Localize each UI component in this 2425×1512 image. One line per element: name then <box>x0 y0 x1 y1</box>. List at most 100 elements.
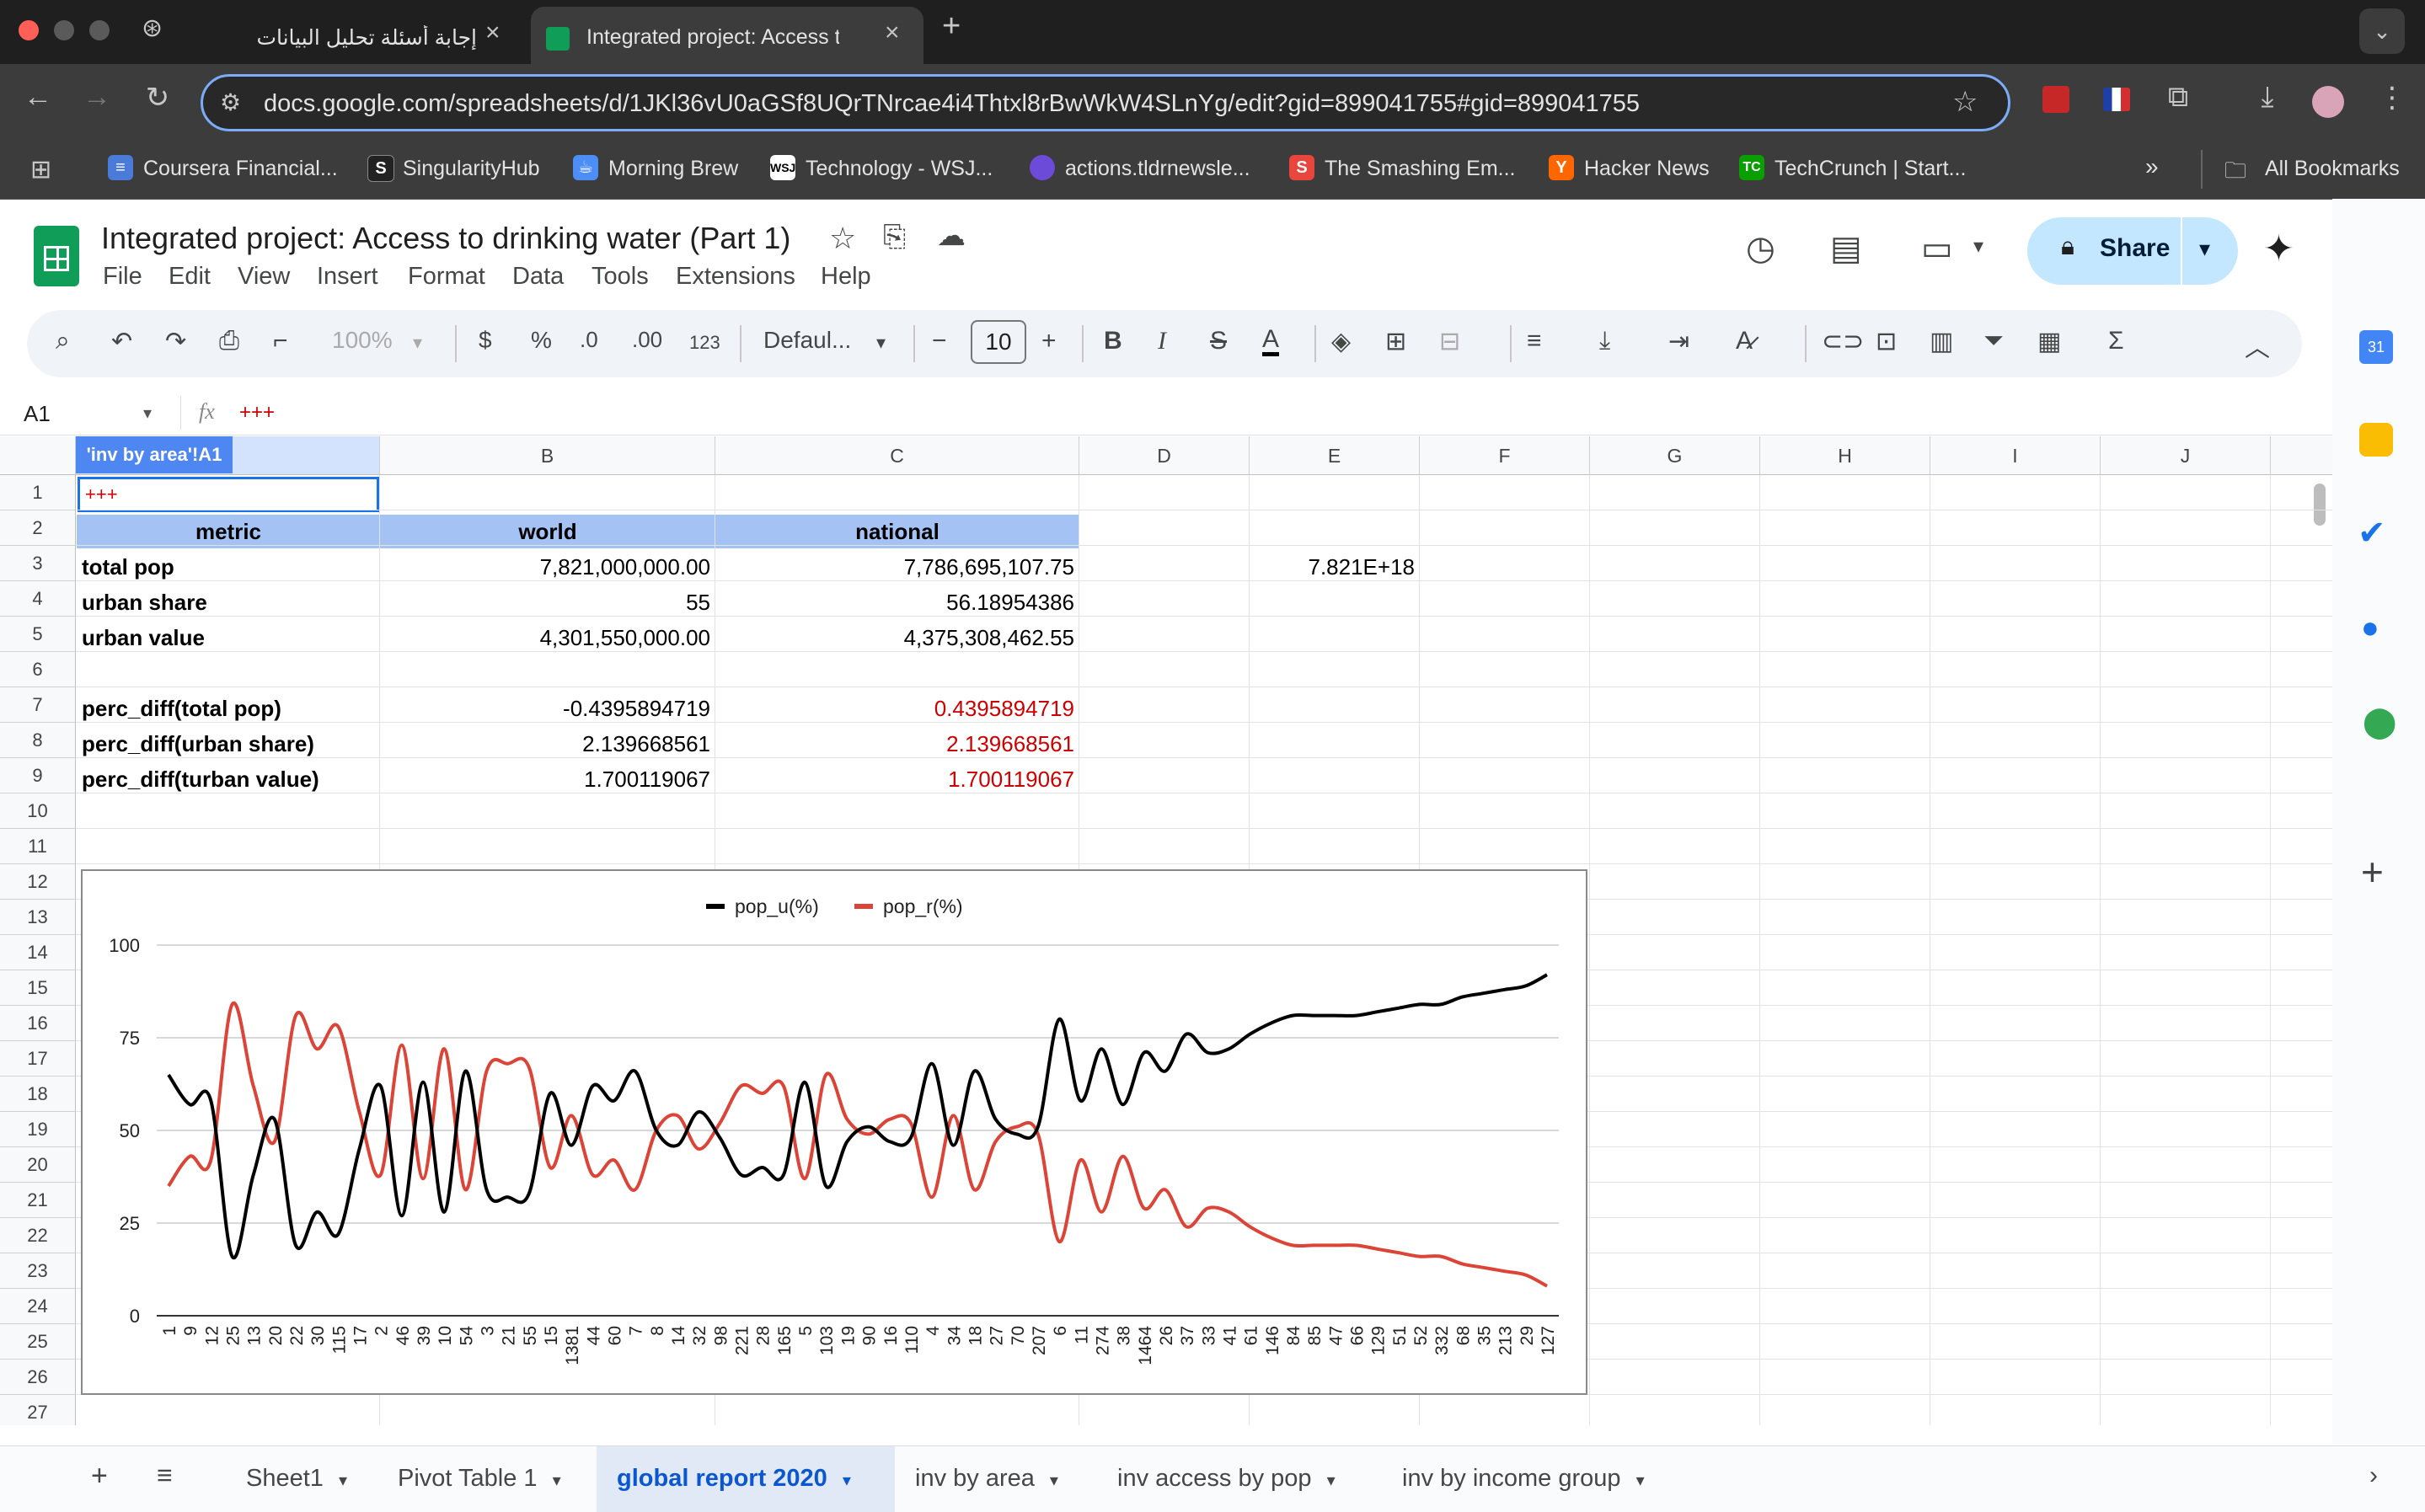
sheets-logo-icon[interactable] <box>34 226 79 286</box>
percent-button[interactable]: % <box>531 327 552 354</box>
bookmark-item[interactable]: The Smashing Em... <box>1325 157 1515 181</box>
search-icon[interactable]: ⌕ <box>56 327 70 355</box>
sheet-tab[interactable]: Sheet1 ▾ <box>246 1465 347 1493</box>
column-header-f[interactable]: F <box>1420 436 1590 475</box>
column-header-d[interactable]: D <box>1079 436 1250 475</box>
cell-national[interactable]: 4,375,308,462.55 <box>715 621 1079 654</box>
cell-world[interactable]: 55 <box>380 585 715 619</box>
sheet-tab-dropdown-icon[interactable]: ▾ <box>1050 1472 1058 1490</box>
meet-icon[interactable]: ▭ <box>1921 229 1953 268</box>
sheet-tab[interactable]: Pivot Table 1 ▾ <box>398 1465 561 1493</box>
flag-extension-icon[interactable] <box>2103 88 2130 111</box>
maximize-window-button[interactable] <box>89 20 110 40</box>
comments-icon[interactable]: ▤ <box>1830 229 1862 268</box>
header-metric[interactable]: metric <box>77 515 380 548</box>
document-title[interactable]: Integrated project: Access to drinking w… <box>101 221 790 256</box>
print-icon[interactable]: ⎙ <box>219 327 239 355</box>
bookmark-item[interactable]: TechCrunch | Start... <box>1775 157 1966 181</box>
all-bookmarks[interactable]: All Bookmarks <box>2265 157 2400 181</box>
downloads-icon[interactable]: ⤓ <box>2246 81 2288 114</box>
cell-label[interactable]: total pop <box>77 550 380 584</box>
row-header[interactable]: 27 <box>0 1395 76 1425</box>
bookmark-item[interactable]: Hacker News <box>1584 157 1710 181</box>
row-header[interactable]: 12 <box>0 864 76 900</box>
row-header[interactable]: 18 <box>0 1077 76 1112</box>
reload-icon[interactable]: ↻ <box>137 81 179 115</box>
font-size-input[interactable]: 10 <box>971 320 1026 364</box>
functions-icon[interactable]: Σ <box>2108 327 2124 355</box>
row-header[interactable]: 23 <box>0 1253 76 1289</box>
align-vertical-icon[interactable]: ⤓ <box>1599 327 1610 355</box>
borders-icon[interactable]: ⊞ <box>1385 327 1406 356</box>
column-header-k[interactable] <box>2271 436 2332 475</box>
text-color-button[interactable]: A <box>1262 327 1280 356</box>
font-dropdown-icon[interactable]: ▾ <box>876 332 886 354</box>
sheet-tab-dropdown-icon[interactable]: ▾ <box>339 1472 347 1490</box>
tasks-icon[interactable]: ✔ <box>2358 514 2386 553</box>
bold-button[interactable]: B <box>1104 327 1122 355</box>
bookmark-item[interactable]: Technology - WSJ... <box>806 157 993 181</box>
insert-comment-icon[interactable]: ⊡ <box>1876 327 1897 356</box>
number-format-button[interactable]: 123 <box>689 332 720 354</box>
menu-tools[interactable]: Tools <box>592 263 649 291</box>
sheet-tab[interactable]: inv by area ▾ <box>915 1465 1058 1493</box>
name-box[interactable]: A1 <box>24 401 51 427</box>
collapse-toolbar-icon[interactable]: ︿ <box>2245 327 2270 364</box>
bookmark-item[interactable]: Morning Brew <box>608 157 738 181</box>
menu-file[interactable]: File <box>103 263 142 291</box>
browser-tab[interactable]: إجابة أسئلة تحليل البيانات × <box>199 7 522 64</box>
maps-icon[interactable]: ⬤ <box>2363 704 2396 740</box>
star-icon[interactable]: ☆ <box>829 221 856 256</box>
keep-icon[interactable] <box>2359 423 2393 457</box>
sheet-tab-dropdown-icon[interactable]: ▾ <box>1636 1472 1645 1490</box>
cell-label[interactable]: perc_diff(total pop) <box>77 692 380 725</box>
decrease-font-size-icon[interactable]: − <box>932 327 947 355</box>
line-chart[interactable]: 0 25 50 75 100 1 9 12 25 13 20 22 30 115 17 2 46 39 10 54 3 2… <box>81 869 1587 1395</box>
cell-label[interactable]: urban value <box>77 621 380 654</box>
row-header[interactable]: 1 <box>0 475 76 510</box>
menu-insert[interactable]: Insert <box>317 263 378 291</box>
currency-button[interactable]: $ <box>479 327 492 354</box>
row-header[interactable]: 13 <box>0 900 76 935</box>
row-header[interactable]: 5 <box>0 617 76 652</box>
column-header-i[interactable]: I <box>1930 436 2101 475</box>
row-header[interactable]: 11 <box>0 829 76 864</box>
header-world[interactable]: world <box>380 515 715 548</box>
cloud-status-icon[interactable]: ☁ <box>937 219 966 253</box>
share-dropdown-icon[interactable]: ▾ <box>2199 236 2210 262</box>
sheet-tab[interactable]: inv access by pop ▾ <box>1117 1465 1336 1493</box>
column-header-a[interactable]: 'inv by area'!A1 <box>76 436 380 475</box>
undo-icon[interactable]: ↶ <box>111 327 132 356</box>
menu-view[interactable]: View <box>238 263 290 291</box>
new-tab-icon[interactable]: + <box>942 8 961 45</box>
move-folder-icon[interactable]: ⎘ <box>883 221 906 254</box>
insert-chart-icon[interactable]: ▥ <box>1930 327 1953 356</box>
site-info-icon[interactable]: ⚙ <box>220 88 241 116</box>
row-header[interactable]: 2 <box>0 510 76 546</box>
row-header[interactable]: 24 <box>0 1289 76 1324</box>
select-all-corner[interactable] <box>0 436 76 475</box>
cell-world[interactable]: 2.139668561 <box>380 727 715 761</box>
extension-icon[interactable] <box>2042 86 2069 113</box>
contacts-icon[interactable]: ● <box>2361 610 2379 645</box>
column-header-e[interactable]: E <box>1250 436 1420 475</box>
sheet-tab-dropdown-icon[interactable]: ▾ <box>553 1472 561 1490</box>
filter-icon[interactable]: ⏷ <box>1983 327 2004 355</box>
menu-data[interactable]: Data <box>512 263 564 291</box>
more-bookmarks-icon[interactable]: » <box>2145 153 2159 180</box>
meet-dropdown-icon[interactable]: ▾ <box>1973 234 1983 259</box>
filter-views-icon[interactable]: ▦ <box>2037 327 2061 356</box>
menu-help[interactable]: Help <box>821 263 871 291</box>
cell-world[interactable]: 7,821,000,000.00 <box>380 550 715 584</box>
bookmark-item[interactable]: actions.tldrnewsle... <box>1065 157 1250 181</box>
align-horizontal-icon[interactable]: ≡ <box>1527 327 1542 355</box>
cell-national[interactable]: 2.139668561 <box>715 727 1079 761</box>
chatgpt-icon[interactable]: ⊛ <box>142 13 163 43</box>
close-window-button[interactable] <box>19 20 39 40</box>
font-select[interactable]: Defaul... <box>763 327 851 354</box>
back-icon[interactable]: ← <box>17 81 59 114</box>
calendar-icon[interactable]: 31 <box>2359 330 2393 364</box>
apps-grid-icon[interactable]: ⊞ <box>30 155 51 184</box>
expand-side-panel-icon[interactable]: › <box>2369 1461 2378 1490</box>
row-header[interactable]: 6 <box>0 652 76 687</box>
